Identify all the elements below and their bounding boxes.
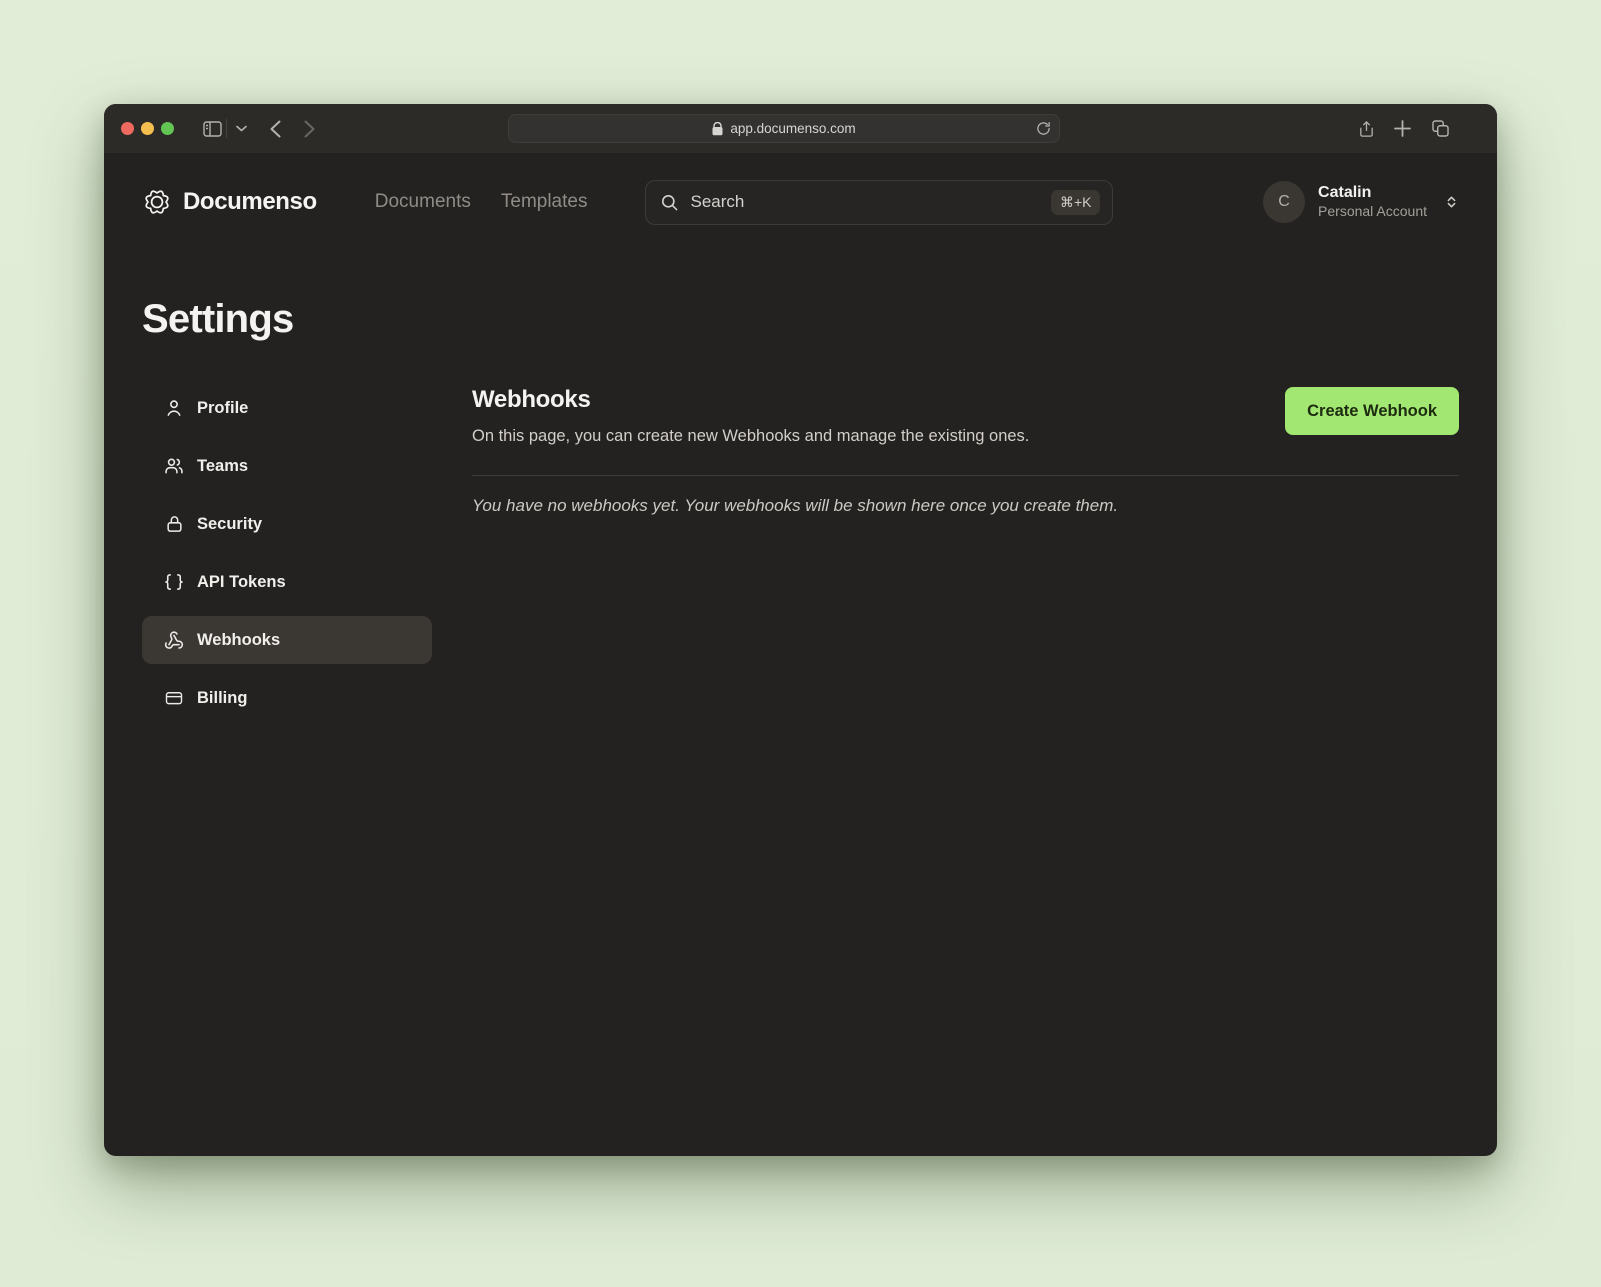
reload-icon[interactable] bbox=[1036, 120, 1051, 137]
browser-toolbar: app.documenso.com bbox=[104, 104, 1497, 153]
panel-description: On this page, you can create new Webhook… bbox=[472, 427, 1029, 446]
account-type: Personal Account bbox=[1318, 203, 1427, 221]
sidebar-item-api-tokens[interactable]: API Tokens bbox=[142, 558, 432, 606]
create-webhook-button[interactable]: Create Webhook bbox=[1285, 387, 1459, 435]
chevron-down-icon bbox=[236, 125, 247, 132]
sidebar-item-label: Profile bbox=[197, 399, 248, 418]
avatar: C bbox=[1263, 181, 1305, 223]
documenso-seal-icon bbox=[142, 187, 172, 217]
close-window-button[interactable] bbox=[121, 122, 134, 135]
chevron-up-down-icon bbox=[1444, 193, 1459, 211]
back-button[interactable] bbox=[262, 104, 288, 153]
credit-card-icon bbox=[164, 689, 184, 707]
url-text: app.documenso.com bbox=[730, 121, 855, 136]
app-header: Documenso Documents Templates ⌘+K C Cata… bbox=[104, 153, 1497, 251]
sidebar-item-profile[interactable]: Profile bbox=[142, 384, 432, 432]
brand-name: Documenso bbox=[183, 188, 317, 216]
search-icon bbox=[660, 193, 679, 212]
toolbar-separator bbox=[226, 119, 227, 138]
lock-icon bbox=[712, 122, 723, 136]
panel-title: Webhooks bbox=[472, 386, 1029, 414]
user-icon bbox=[164, 398, 184, 418]
search-input[interactable] bbox=[690, 192, 1039, 212]
sidebar-item-label: Teams bbox=[197, 457, 248, 476]
address-bar[interactable]: app.documenso.com bbox=[508, 114, 1060, 143]
sidebar-item-label: Webhooks bbox=[197, 631, 280, 650]
settings-sidebar: Profile Teams Security bbox=[142, 384, 432, 732]
nav-documents[interactable]: Documents bbox=[375, 191, 471, 213]
lock-icon bbox=[164, 514, 184, 534]
zoom-window-button[interactable] bbox=[161, 122, 174, 135]
top-nav: Documents Templates bbox=[375, 191, 588, 213]
sidebar-item-billing[interactable]: Billing bbox=[142, 674, 432, 722]
sidebar-item-webhooks[interactable]: Webhooks bbox=[142, 616, 432, 664]
tabs-overview-icon bbox=[1431, 119, 1450, 138]
sidebar-item-teams[interactable]: Teams bbox=[142, 442, 432, 490]
plus-icon bbox=[1394, 120, 1411, 137]
webhooks-panel: Webhooks On this page, you can create ne… bbox=[472, 384, 1459, 732]
forward-icon bbox=[304, 120, 315, 138]
traffic-lights bbox=[121, 122, 174, 135]
sidebar-item-label: Security bbox=[197, 515, 262, 534]
sidebar-item-security[interactable]: Security bbox=[142, 500, 432, 548]
search-box[interactable]: ⌘+K bbox=[645, 180, 1113, 225]
share-button[interactable] bbox=[1351, 104, 1381, 153]
nav-templates[interactable]: Templates bbox=[501, 191, 588, 213]
page-title: Settings bbox=[142, 297, 1459, 342]
account-menu[interactable]: C Catalin Personal Account bbox=[1263, 181, 1459, 223]
minimize-window-button[interactable] bbox=[141, 122, 154, 135]
account-name: Catalin bbox=[1318, 183, 1427, 203]
desktop: { "browser": { "url": "app.documenso.com… bbox=[0, 0, 1601, 1287]
sidebar-toggle-icon bbox=[203, 121, 222, 137]
users-icon bbox=[164, 456, 184, 476]
share-icon bbox=[1358, 119, 1375, 139]
browser-window: app.documenso.com bbox=[104, 104, 1497, 1156]
forward-button[interactable] bbox=[296, 104, 322, 153]
search-shortcut-badge: ⌘+K bbox=[1051, 190, 1101, 215]
tab-overview-button[interactable] bbox=[1425, 104, 1455, 153]
sidebar-item-label: Billing bbox=[197, 689, 247, 708]
documenso-logo[interactable]: Documenso bbox=[142, 187, 317, 217]
settings-page: Settings Profile Teams bbox=[104, 297, 1497, 732]
back-icon bbox=[270, 120, 281, 138]
braces-icon bbox=[164, 572, 184, 592]
sidebar-toggle-button[interactable] bbox=[199, 104, 225, 153]
empty-state-text: You have no webhooks yet. Your webhooks … bbox=[472, 496, 1459, 516]
sidebar-item-label: API Tokens bbox=[197, 573, 286, 592]
new-tab-button[interactable] bbox=[1387, 104, 1417, 153]
sidebar-menu-button[interactable] bbox=[232, 104, 250, 153]
panel-divider bbox=[472, 475, 1459, 476]
webhook-icon bbox=[164, 630, 184, 651]
